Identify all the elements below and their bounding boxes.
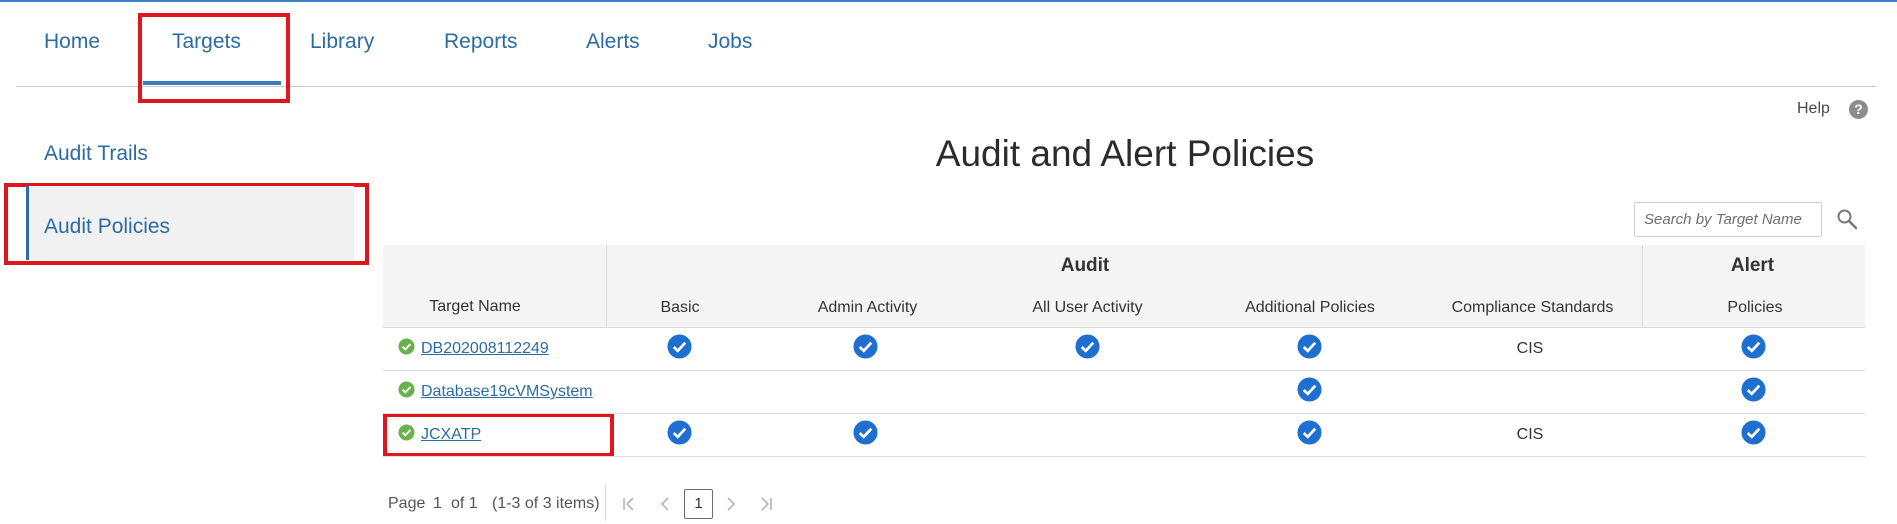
column-header-admin-activity: Admin Activity	[817, 299, 918, 316]
page-button[interactable]: 1	[684, 489, 713, 519]
nav-divider	[16, 86, 1876, 87]
search-input[interactable]	[1634, 202, 1822, 237]
next-page-icon[interactable]	[722, 494, 740, 514]
previous-page-icon[interactable]	[656, 494, 674, 514]
search-icon[interactable]	[1836, 208, 1858, 230]
help-link[interactable]: Help	[1797, 100, 1830, 118]
column-header-all-user-activity: All User Activity	[1032, 299, 1143, 316]
sidebar-item-audit-trails[interactable]: Audit Trails	[44, 142, 148, 166]
page-title: Audit and Alert Policies	[935, 133, 1315, 174]
nav-reports[interactable]: Reports	[444, 30, 518, 54]
check-icon	[667, 420, 692, 445]
status-ok-icon	[398, 424, 415, 441]
nav-library[interactable]: Library	[310, 30, 374, 54]
column-header-additional-policies: Additional Policies	[1245, 299, 1375, 316]
highlight-targets-tab	[138, 13, 290, 103]
group-header-alert: Alert	[1730, 255, 1775, 276]
page-label: Page	[388, 495, 426, 512]
column-header-compliance-standards: Compliance Standards	[1451, 299, 1614, 316]
row-divider	[383, 413, 1865, 414]
check-icon	[1297, 334, 1322, 359]
page-count: of 1	[451, 495, 478, 512]
row-divider	[383, 456, 1865, 457]
nav-alerts[interactable]: Alerts	[586, 30, 640, 54]
check-icon	[1075, 334, 1100, 359]
pagination-divider	[605, 485, 606, 521]
row-divider	[383, 370, 1865, 371]
check-icon	[853, 420, 878, 445]
highlight-jcxatp-row	[383, 413, 614, 457]
group-header-audit: Audit	[1060, 255, 1110, 276]
help-icon[interactable]: ?	[1849, 100, 1868, 119]
target-link[interactable]: DB202008112249	[421, 340, 549, 358]
last-page-icon[interactable]	[757, 494, 775, 514]
header-separator	[606, 245, 607, 327]
compliance-standard: CIS	[1516, 340, 1544, 357]
compliance-standard: CIS	[1516, 426, 1544, 443]
check-icon	[1297, 420, 1322, 445]
current-page-number: 1	[433, 495, 442, 512]
check-icon	[667, 334, 692, 359]
first-page-icon[interactable]	[620, 494, 638, 514]
check-icon	[1741, 334, 1766, 359]
nav-jobs[interactable]: Jobs	[708, 30, 752, 54]
check-icon	[1297, 377, 1322, 402]
check-icon	[1741, 377, 1766, 402]
items-summary: (1-3 of 3 items)	[492, 495, 600, 512]
target-link[interactable]: Database19cVMSystem	[421, 383, 593, 401]
column-header-basic: Basic	[660, 299, 700, 316]
header-separator	[1642, 245, 1643, 327]
status-ok-icon	[398, 338, 415, 355]
column-header-target-name[interactable]: Target Name	[400, 298, 550, 316]
nav-home[interactable]: Home	[44, 30, 100, 54]
target-link[interactable]: JCXATP	[421, 426, 481, 444]
sidebar-active-indicator	[26, 186, 29, 260]
check-icon	[853, 334, 878, 359]
status-ok-icon	[398, 381, 415, 398]
row-divider	[383, 327, 1865, 328]
check-icon	[1741, 420, 1766, 445]
sidebar-item-audit-policies[interactable]: Audit Policies	[44, 215, 170, 239]
column-header-policies: Policies	[1727, 299, 1783, 316]
